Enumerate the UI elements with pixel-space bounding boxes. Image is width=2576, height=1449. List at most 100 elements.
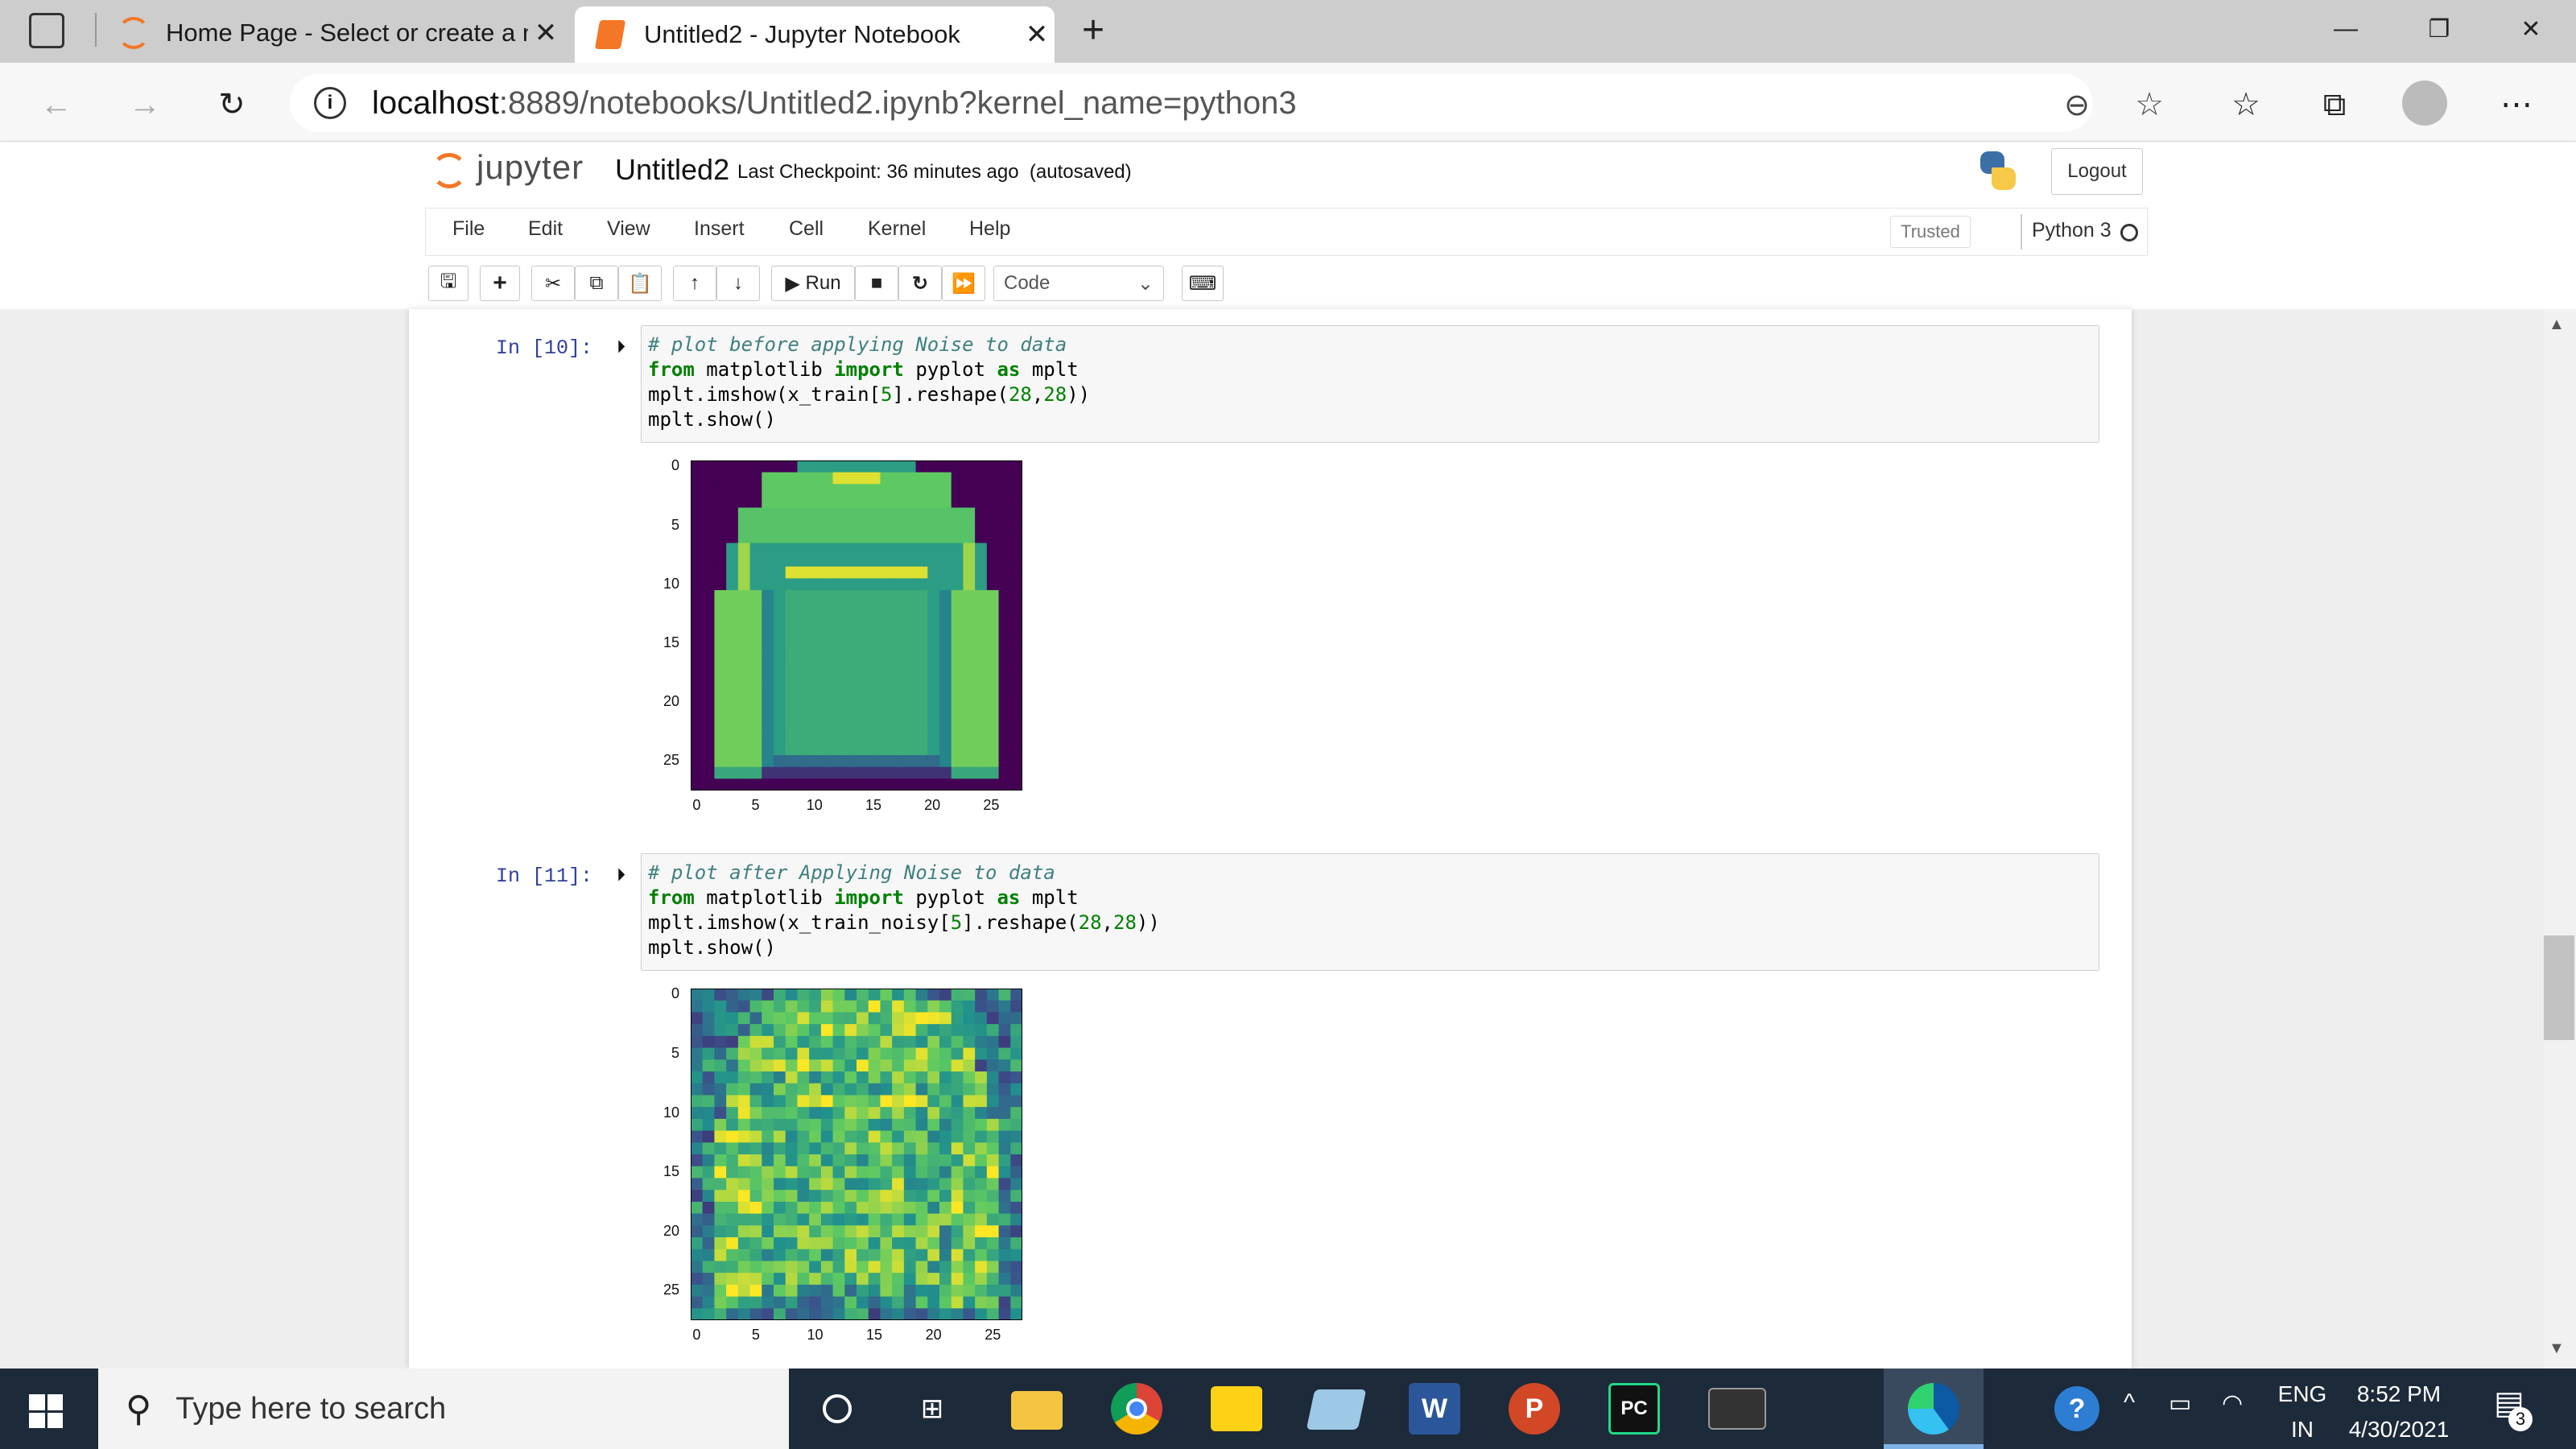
site-info-icon[interactable]: i bbox=[314, 87, 346, 119]
image-pixel bbox=[785, 660, 799, 674]
collections-icon[interactable]: ⧉ bbox=[2310, 80, 2359, 129]
keyboard-icon[interactable]: ⌨ bbox=[1182, 266, 1224, 301]
image-pixel bbox=[749, 1213, 762, 1226]
move-down-icon[interactable]: ↓ bbox=[716, 266, 760, 301]
move-up-icon[interactable]: ↑ bbox=[673, 266, 716, 301]
favorites-icon[interactable]: ☆ bbox=[2222, 80, 2270, 129]
battery-icon[interactable]: ▭ bbox=[2169, 1389, 2191, 1418]
code-text: mplt.imshow(x_train[ bbox=[648, 383, 881, 406]
run-button[interactable]: ▶ Run bbox=[771, 266, 855, 301]
image-pixel bbox=[749, 660, 762, 674]
tab-actions-icon[interactable] bbox=[29, 13, 64, 48]
restart-icon[interactable]: ↻ bbox=[898, 266, 942, 301]
show-hidden-icons[interactable]: ^ bbox=[2124, 1389, 2135, 1417]
image-pixel bbox=[915, 460, 928, 473]
copy-icon[interactable]: ⧉ bbox=[575, 266, 618, 301]
input-language[interactable]: ENG IN bbox=[2270, 1377, 2334, 1447]
menu-file[interactable]: File bbox=[452, 217, 485, 241]
profile-avatar[interactable] bbox=[2402, 80, 2447, 126]
taskbar-search-input[interactable]: ⚲ Type here to search bbox=[98, 1368, 789, 1449]
image-pixel bbox=[749, 566, 762, 580]
image-pixel bbox=[844, 720, 857, 733]
menu-view[interactable]: View bbox=[607, 217, 650, 241]
scroll-up-icon[interactable]: ▲ bbox=[2549, 316, 2565, 334]
restore-icon[interactable]: ❐ bbox=[2392, 0, 2486, 58]
refresh-icon[interactable]: ↻ bbox=[208, 80, 256, 129]
image-pixel bbox=[809, 613, 822, 626]
image-pixel bbox=[785, 778, 799, 791]
zoom-out-icon[interactable]: ⊖ bbox=[2053, 80, 2101, 129]
forward-icon[interactable]: → bbox=[121, 80, 169, 129]
run-cell-icon[interactable]: ⏵ bbox=[617, 336, 625, 357]
menu-edit[interactable]: Edit bbox=[528, 217, 563, 241]
menu-help[interactable]: Help bbox=[969, 217, 1010, 241]
word-icon[interactable]: W bbox=[1409, 1383, 1460, 1435]
url-field[interactable]: i localhost:8889/notebooks/Untitled2.ipy… bbox=[290, 74, 2093, 132]
cell-type-select[interactable]: Code ⌄ bbox=[993, 266, 1164, 301]
close-icon[interactable]: ✕ bbox=[1019, 19, 1055, 51]
minimize-icon[interactable]: — bbox=[2299, 0, 2392, 58]
image-pixel bbox=[903, 755, 917, 768]
image-pixel bbox=[927, 708, 940, 720]
scroll-down-icon[interactable]: ▼ bbox=[2549, 1340, 2565, 1358]
pycharm-icon[interactable]: PC bbox=[1608, 1383, 1660, 1435]
powerpoint-icon[interactable]: P bbox=[1509, 1383, 1560, 1435]
menu-kernel[interactable]: Kernel bbox=[868, 217, 926, 241]
add-cell-icon[interactable]: + bbox=[480, 266, 520, 301]
image-pixel bbox=[749, 1047, 762, 1060]
terminal-icon[interactable] bbox=[1708, 1388, 1766, 1430]
image-pixel bbox=[737, 460, 751, 473]
interrupt-icon[interactable]: ■ bbox=[855, 266, 898, 301]
app-icon[interactable] bbox=[1306, 1389, 1367, 1430]
image-pixel bbox=[963, 460, 976, 473]
jupyter-logo-text[interactable]: jupyter bbox=[477, 148, 584, 187]
file-explorer-icon[interactable] bbox=[1011, 1391, 1063, 1430]
jupyter-logo-icon[interactable] bbox=[431, 153, 467, 188]
image-pixel bbox=[820, 555, 834, 568]
save-icon[interactable]: 🖫 bbox=[428, 266, 469, 301]
image-pixel bbox=[809, 1249, 822, 1262]
logout-button[interactable]: Logout bbox=[2051, 148, 2143, 195]
cortana-icon[interactable] bbox=[811, 1383, 863, 1435]
image-pixel bbox=[880, 731, 893, 745]
scrollbar-thumb[interactable] bbox=[2544, 935, 2574, 1040]
image-pixel bbox=[749, 1095, 762, 1108]
back-icon[interactable]: ← bbox=[32, 80, 80, 129]
image-pixel bbox=[857, 696, 869, 709]
image-pixel bbox=[844, 684, 857, 697]
windows-start-icon[interactable] bbox=[29, 1394, 63, 1428]
tab-home-page[interactable]: Home Page - Select or create a n ✕ bbox=[105, 6, 564, 60]
menu-insert[interactable]: Insert bbox=[694, 217, 745, 241]
more-options-icon[interactable]: ⋯ bbox=[2492, 80, 2541, 129]
page-scrollbar[interactable] bbox=[2544, 309, 2576, 1368]
clock[interactable]: 8:52 PM 4/30/2021 bbox=[2338, 1377, 2460, 1447]
restart-run-all-icon[interactable]: ⏩ bbox=[942, 266, 985, 301]
sticky-notes-icon[interactable] bbox=[1211, 1386, 1262, 1431]
image-pixel bbox=[820, 1012, 834, 1025]
chrome-icon[interactable] bbox=[1111, 1383, 1162, 1435]
paste-icon[interactable]: 📋 bbox=[618, 266, 662, 301]
close-window-icon[interactable]: ✕ bbox=[2484, 0, 2576, 58]
image-pixel bbox=[986, 660, 1000, 674]
task-view-icon[interactable]: ⊞ bbox=[906, 1383, 958, 1435]
close-icon[interactable]: ✕ bbox=[528, 17, 564, 49]
image-pixel bbox=[986, 743, 1000, 756]
x-tick-label: 20 bbox=[924, 797, 941, 813]
image-pixel bbox=[927, 1154, 940, 1167]
edge-icon[interactable] bbox=[1908, 1383, 1959, 1435]
run-cell-icon[interactable]: ⏵ bbox=[617, 865, 625, 886]
code-cell-input[interactable]: # plot after Applying Noise to data from… bbox=[641, 853, 2099, 971]
wifi-icon[interactable]: ◠ bbox=[2222, 1389, 2243, 1418]
cut-icon[interactable]: ✂ bbox=[531, 266, 575, 301]
code-cell-input[interactable]: # plot before applying Noise to data fro… bbox=[641, 325, 2099, 443]
add-favorite-icon[interactable]: ☆ bbox=[2125, 80, 2174, 129]
notebook-name[interactable]: Untitled2 bbox=[615, 153, 729, 187]
tab-untitled2[interactable]: Untitled2 - Jupyter Notebook ✕ bbox=[575, 6, 1055, 63]
trusted-indicator[interactable]: Trusted bbox=[1890, 216, 1971, 248]
image-pixel bbox=[820, 1000, 834, 1013]
new-tab-button[interactable]: + bbox=[1071, 8, 1116, 53]
image-pixel bbox=[915, 1284, 928, 1298]
menu-cell[interactable]: Cell bbox=[789, 217, 824, 241]
image-pixel bbox=[726, 1035, 739, 1049]
help-icon[interactable]: ? bbox=[2054, 1386, 2099, 1431]
